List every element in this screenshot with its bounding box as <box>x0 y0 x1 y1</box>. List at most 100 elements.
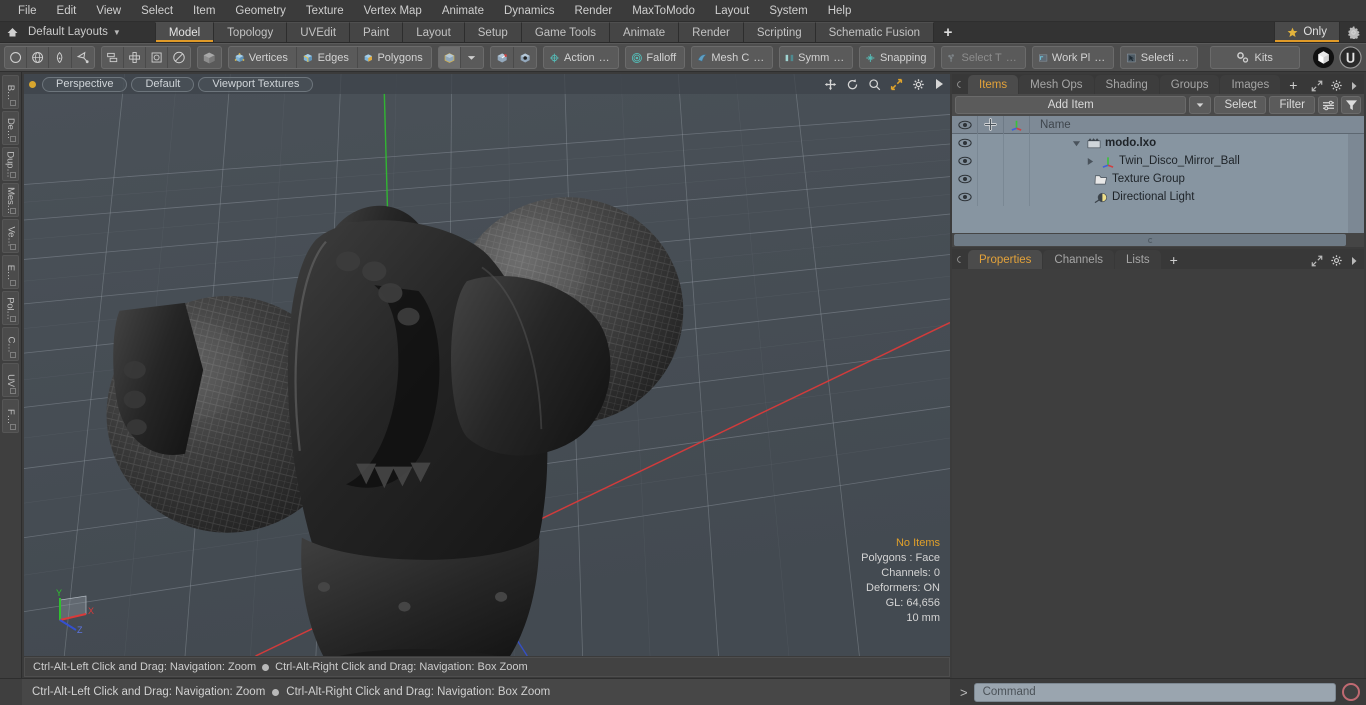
menu-item-texture[interactable]: Texture <box>296 0 354 22</box>
viewport-camera-dropdown[interactable]: Perspective <box>42 76 128 92</box>
menu-item-animate[interactable]: Animate <box>432 0 494 22</box>
gear-icon[interactable] <box>1330 79 1343 92</box>
expand-icon[interactable] <box>1311 255 1323 267</box>
table-row[interactable]: Directional Light <box>952 188 1364 206</box>
vtab-basic[interactable]: B… <box>2 75 19 109</box>
kits-button[interactable]: Kits <box>1211 47 1299 68</box>
only-toggle-button[interactable]: Only <box>1274 22 1340 42</box>
menu-item-render[interactable]: Render <box>564 0 622 22</box>
snapping-button[interactable]: Snapping <box>860 47 934 68</box>
selection-button[interactable]: Selecti … <box>1121 47 1197 68</box>
menu-item-geometry[interactable]: Geometry <box>225 0 296 22</box>
tab-animate[interactable]: Animate <box>609 22 680 42</box>
menu-item-maxtomodo[interactable]: MaxToModo <box>622 0 705 22</box>
vtab-curve[interactable]: C… <box>2 327 19 361</box>
funnel-icon[interactable] <box>1341 96 1361 114</box>
item-row-directional-light[interactable]: Directional Light <box>1030 191 1194 204</box>
pen-icon[interactable] <box>49 47 72 68</box>
chevron-down-icon[interactable] <box>461 47 483 68</box>
3d-viewport[interactable]: Perspective Default Viewport Textures No… <box>24 74 950 656</box>
add-item-button[interactable]: Add Item <box>955 96 1187 114</box>
tab-model[interactable]: Model <box>154 22 215 42</box>
record-icon[interactable] <box>1342 683 1360 701</box>
menu-item-dynamics[interactable]: Dynamics <box>494 0 564 22</box>
rotate-icon[interactable] <box>168 47 190 68</box>
pane-menu-icon[interactable] <box>952 249 968 269</box>
tab-render[interactable]: Render <box>679 22 744 42</box>
pivot-icon[interactable] <box>491 47 514 68</box>
row-lock-cell[interactable] <box>978 170 1004 188</box>
expand-icon[interactable] <box>1311 80 1323 92</box>
tab-topology[interactable]: Topology <box>214 22 288 42</box>
tab-groups[interactable]: Groups <box>1159 75 1220 94</box>
row-lock-cell[interactable] <box>978 134 1004 152</box>
vtab-uv[interactable]: UV <box>2 363 19 397</box>
expander-right-icon[interactable] <box>1086 157 1094 166</box>
chevron-down-icon[interactable] <box>1189 96 1212 114</box>
center-icon[interactable] <box>514 47 536 68</box>
gear-icon[interactable] <box>1330 254 1343 267</box>
pane-menu-icon[interactable] <box>952 74 968 94</box>
row-axis-cell[interactable] <box>1004 152 1030 170</box>
add-pane-tab-button[interactable]: + <box>1281 75 1305 94</box>
row-axis-cell[interactable] <box>1004 188 1030 206</box>
vtab-vertex[interactable]: Ve… <box>2 219 19 253</box>
tab-schematic-fusion[interactable]: Schematic Fusion <box>815 22 935 42</box>
menu-item-file[interactable]: File <box>8 0 47 22</box>
tab-mesh-ops[interactable]: Mesh Ops <box>1019 75 1094 94</box>
table-row[interactable]: Texture Group <box>952 170 1364 188</box>
work-plane-button[interactable]: Work Pl … <box>1033 47 1114 68</box>
tab-shading[interactable]: Shading <box>1094 75 1159 94</box>
tab-paint[interactable]: Paint <box>350 22 404 42</box>
expander-down-icon[interactable] <box>1072 139 1081 148</box>
viewport-shading-dropdown[interactable]: Viewport Textures <box>198 76 314 92</box>
item-row-scene[interactable]: modo.lxo <box>1030 137 1156 149</box>
polygon-pen-icon[interactable] <box>72 47 94 68</box>
item-row-texture-group[interactable]: Texture Group <box>1030 173 1185 186</box>
item-tree[interactable]: modo.lxo Twin_Disco_Mirror_Ball Texture … <box>952 134 1364 233</box>
action-center-button[interactable]: Action … <box>544 47 617 68</box>
row-visibility-toggle[interactable] <box>952 152 978 170</box>
vtab-fusion[interactable]: F… <box>2 399 19 433</box>
row-axis-cell[interactable] <box>1004 170 1030 188</box>
cube-items-icon[interactable] <box>438 47 461 68</box>
menu-item-edit[interactable]: Edit <box>47 0 87 22</box>
cube-gray-icon[interactable] <box>198 47 220 68</box>
default-layouts-dropdown[interactable]: Default Layouts ▼ <box>24 22 129 42</box>
row-axis-cell[interactable] <box>1004 134 1030 152</box>
vtab-edge[interactable]: E… <box>2 255 19 289</box>
duplicate-icon[interactable] <box>102 47 124 68</box>
table-row[interactable]: Twin_Disco_Mirror_Ball <box>952 152 1364 170</box>
chevron-right-icon[interactable] <box>1350 81 1358 91</box>
vtab-polygon[interactable]: Pol… <box>2 291 19 325</box>
list-options-icon[interactable] <box>1318 96 1338 114</box>
tab-images[interactable]: Images <box>1220 75 1281 94</box>
item-tree-horizontal-scrollbar[interactable] <box>952 233 1364 247</box>
select-through-button[interactable]: Select T … <box>942 47 1024 68</box>
menu-item-view[interactable]: View <box>86 0 131 22</box>
row-visibility-toggle[interactable] <box>952 188 978 206</box>
move-icon[interactable] <box>124 47 147 68</box>
tab-uvedit[interactable]: UVEdit <box>287 22 351 42</box>
viewport-style-dropdown[interactable]: Default <box>131 76 195 92</box>
menu-item-item[interactable]: Item <box>183 0 225 22</box>
item-tree-vertical-scrollbar[interactable] <box>1348 134 1364 233</box>
row-lock-cell[interactable] <box>978 188 1004 206</box>
menu-item-help[interactable]: Help <box>818 0 862 22</box>
vtab-deform[interactable]: De… <box>2 111 19 145</box>
polygons-mode-button[interactable]: Polygons <box>358 47 431 68</box>
menu-item-vertex-map[interactable]: Vertex Map <box>354 0 432 22</box>
command-input[interactable] <box>973 682 1336 702</box>
tab-lists[interactable]: Lists <box>1115 250 1161 269</box>
tab-layout[interactable]: Layout <box>403 22 465 42</box>
tab-game-tools[interactable]: Game Tools <box>521 22 610 42</box>
menu-item-select[interactable]: Select <box>131 0 183 22</box>
menu-item-layout[interactable]: Layout <box>705 0 760 22</box>
menu-item-system[interactable]: System <box>759 0 817 22</box>
scale-icon[interactable] <box>146 47 169 68</box>
unity-icon[interactable] <box>1312 46 1335 69</box>
vtab-mesh[interactable]: Mes… <box>2 183 19 217</box>
tab-scripting[interactable]: Scripting <box>743 22 816 42</box>
edges-mode-button[interactable]: Edges <box>297 47 358 68</box>
add-properties-tab-button[interactable]: + <box>1162 250 1186 269</box>
